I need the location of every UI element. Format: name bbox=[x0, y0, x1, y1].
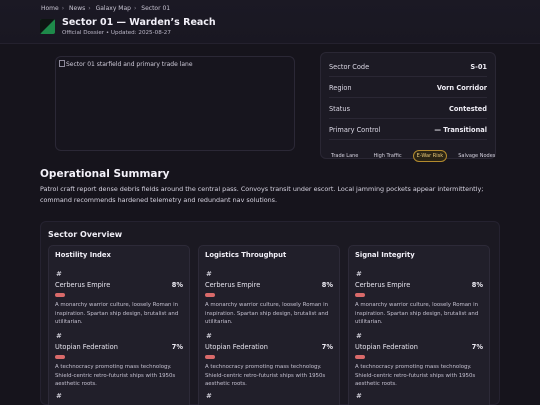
sector-overview-panel: Sector Overview Hostility Index # Cerber… bbox=[40, 221, 500, 405]
overview-card-hostility: Hostility Index # Cerberus Empire 8% A m… bbox=[48, 245, 190, 405]
faction-hash: # bbox=[56, 332, 62, 340]
faction-hash: # bbox=[206, 392, 212, 400]
card-title: Hostility Index bbox=[55, 251, 111, 259]
faction-percent: 7% bbox=[321, 343, 333, 351]
breadcrumb-galaxy-map[interactable]: Galaxy Map bbox=[96, 5, 131, 12]
overview-card-logistics: Logistics Throughput # Cerberus Empire 8… bbox=[198, 245, 340, 405]
faction-hash: # bbox=[356, 392, 362, 400]
info-row-region: Region Vorn Corridor bbox=[329, 77, 487, 98]
faction-description: A monarchy warrior culture, loosely Roma… bbox=[355, 302, 479, 325]
breadcrumb: Home › News › Galaxy Map › Sector 01 bbox=[41, 5, 173, 12]
tag-high-traffic: High Traffic bbox=[373, 153, 402, 159]
info-label: Status bbox=[329, 105, 351, 113]
sector-overview-heading: Sector Overview bbox=[48, 230, 123, 239]
faction-name: Utopian Federation bbox=[205, 343, 268, 351]
faction-hash: # bbox=[356, 332, 362, 340]
faction-name: Utopian Federation bbox=[355, 343, 418, 351]
faction-share-bar bbox=[205, 355, 215, 359]
info-row-primary-control: Primary Control — Transitional bbox=[329, 119, 487, 140]
tag-trade-lane: Trade Lane bbox=[331, 153, 359, 159]
operational-summary-text: Patrol craft report dense debris fields … bbox=[40, 185, 484, 204]
faction-name: Utopian Federation bbox=[55, 343, 118, 351]
faction-percent: 8% bbox=[171, 281, 183, 289]
sector-tags: Trade Lane High Traffic E-War Risk Salva… bbox=[327, 142, 501, 162]
sector-info-panel: Sector Code S-01 Region Vorn Corridor St… bbox=[320, 52, 496, 162]
faction-name: Cerberus Empire bbox=[55, 281, 111, 289]
info-label: Region bbox=[329, 84, 352, 92]
info-label: Primary Control bbox=[329, 126, 381, 134]
breadcrumb-news[interactable]: News bbox=[69, 5, 85, 12]
page-title: Sector 01 — Warden’s Reach bbox=[62, 17, 216, 28]
tag-e-war-risk: E-War Risk bbox=[412, 150, 448, 162]
info-value: Vorn Corridor bbox=[436, 84, 487, 92]
breadcrumb-separator: › bbox=[61, 5, 65, 12]
faction-percent: 8% bbox=[321, 281, 333, 289]
breadcrumb-separator: › bbox=[133, 5, 137, 12]
tag-salvage-nodes: Salvage Nodes bbox=[458, 153, 496, 159]
info-value: Contested bbox=[449, 105, 487, 113]
operational-summary-heading: Operational Summary bbox=[40, 168, 170, 180]
sector-hero-image: Sector 01 starfield and primary trade la… bbox=[55, 56, 295, 151]
page-subtitle: Official Dossier • Updated: 2025-08-27 bbox=[62, 30, 171, 36]
faction-percent: 7% bbox=[171, 343, 183, 351]
info-row-sector-code: Sector Code S-01 bbox=[329, 56, 487, 77]
faction-share-bar bbox=[55, 355, 65, 359]
faction-share-bar bbox=[55, 293, 65, 297]
broken-image-icon bbox=[59, 60, 65, 67]
faction-description: A technocracy promoting mass technology.… bbox=[355, 364, 476, 387]
hero-image-alt-text: Sector 01 starfield and primary trade la… bbox=[66, 61, 193, 68]
info-label: Sector Code bbox=[329, 63, 370, 71]
faction-hash: # bbox=[356, 270, 362, 278]
breadcrumb-home[interactable]: Home bbox=[41, 5, 59, 12]
breadcrumb-current: Sector 01 bbox=[141, 5, 171, 12]
faction-name: Cerberus Empire bbox=[355, 281, 411, 289]
faction-description: A monarchy warrior culture, loosely Roma… bbox=[205, 302, 329, 325]
faction-hash: # bbox=[56, 270, 62, 278]
faction-name: Cerberus Empire bbox=[205, 281, 261, 289]
info-row-status: Status Contested bbox=[329, 98, 487, 119]
faction-percent: 7% bbox=[471, 343, 483, 351]
faction-description: A monarchy warrior culture, loosely Roma… bbox=[55, 302, 179, 325]
info-value: — Transitional bbox=[434, 126, 487, 134]
faction-hash: # bbox=[56, 392, 62, 400]
overview-card-signal: Signal Integrity # Cerberus Empire 8% A … bbox=[348, 245, 490, 405]
faction-description: A technocracy promoting mass technology.… bbox=[55, 364, 176, 387]
faction-hash: # bbox=[206, 270, 212, 278]
card-title: Logistics Throughput bbox=[205, 251, 287, 259]
faction-share-bar bbox=[355, 293, 365, 297]
breadcrumb-separator: › bbox=[88, 5, 91, 12]
faction-share-bar bbox=[205, 293, 215, 297]
info-value: S-01 bbox=[470, 63, 487, 71]
faction-logo-icon bbox=[40, 19, 55, 34]
faction-hash: # bbox=[206, 332, 212, 340]
page-header: Home › News › Galaxy Map › Sector 01 Sector… bbox=[0, 0, 540, 44]
card-title: Signal Integrity bbox=[355, 251, 415, 259]
faction-description: A technocracy promoting mass technology.… bbox=[205, 364, 326, 387]
faction-percent: 8% bbox=[471, 281, 483, 289]
faction-share-bar bbox=[355, 355, 365, 359]
broken-image-alt: Sector 01 starfield and primary trade la… bbox=[59, 60, 193, 68]
